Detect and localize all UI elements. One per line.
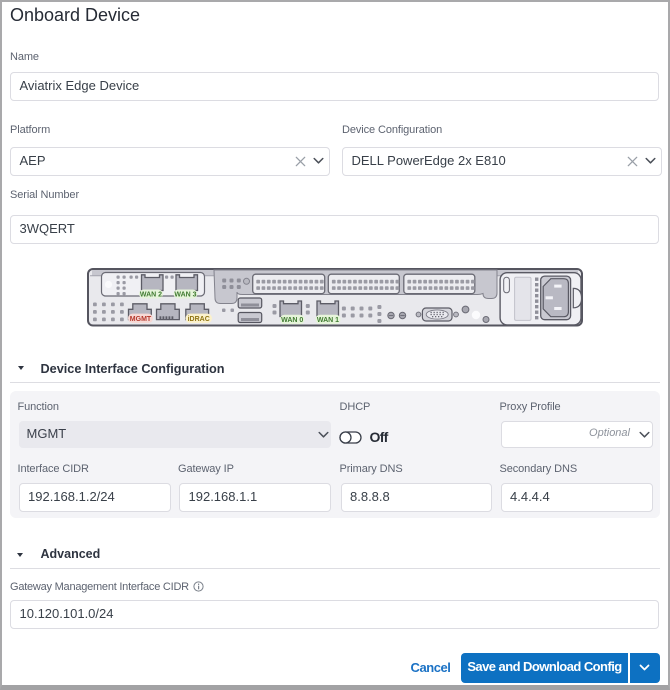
svg-text:WAN 3: WAN 3 xyxy=(174,292,196,299)
svg-text:WAN 2: WAN 2 xyxy=(140,292,162,299)
svg-text:WAN 1: WAN 1 xyxy=(317,317,339,324)
svg-text:WAN 0: WAN 0 xyxy=(281,317,303,324)
svg-text:MGMT: MGMT xyxy=(130,316,152,323)
svg-text:iDRAC: iDRAC xyxy=(188,316,210,323)
